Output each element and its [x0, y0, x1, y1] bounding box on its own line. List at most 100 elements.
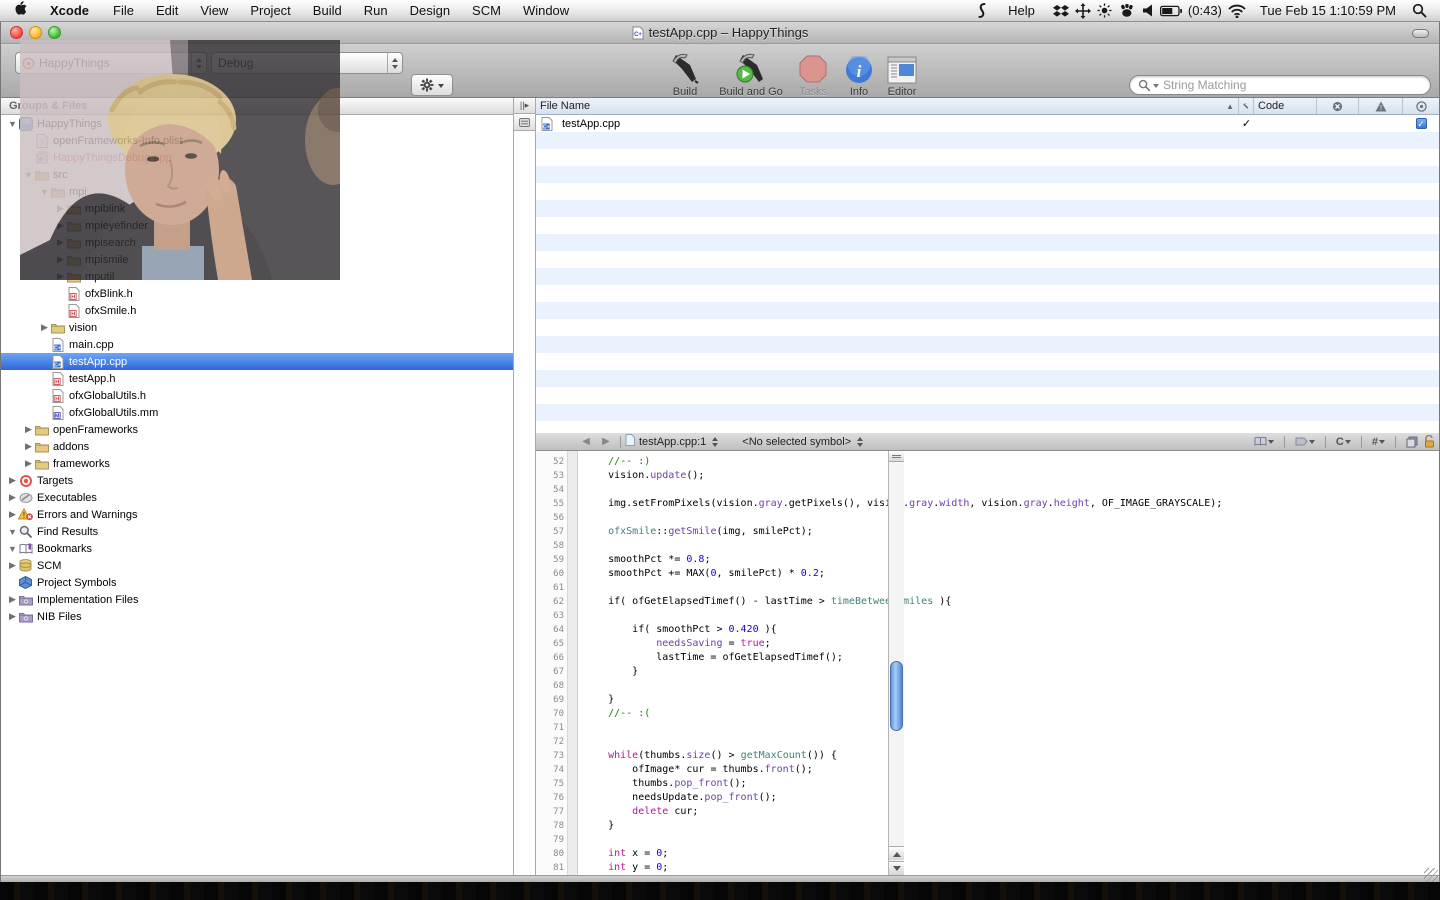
scrollbar-thumb[interactable] — [890, 661, 903, 731]
resize-grip[interactable] — [1424, 868, 1438, 882]
split-editor-icon[interactable] — [1406, 436, 1418, 448]
menu-window[interactable]: Window — [512, 0, 580, 22]
code-line-80: 80 int x = 0; — [536, 847, 1439, 861]
growl-icon[interactable] — [1116, 2, 1138, 20]
tree-item-executables[interactable]: ▶Executables — [1, 489, 513, 506]
nav-symbol[interactable]: <No selected symbol> — [742, 436, 851, 448]
tree-item-project-symbols[interactable]: Project Symbols — [1, 574, 513, 591]
counterpart-button[interactable]: C — [1336, 436, 1351, 448]
menu-design[interactable]: Design — [399, 0, 461, 22]
disclosure-triangle-icon[interactable]: ▼ — [7, 544, 18, 554]
tree-item-main-cpp[interactable]: C+main.cpp — [1, 336, 513, 353]
menu-scm[interactable]: SCM — [461, 0, 512, 22]
script-menu-icon[interactable] — [971, 2, 993, 20]
tree-item-ofxblink-h[interactable]: HofxBlink.h — [1, 285, 513, 302]
disclosure-triangle-icon[interactable]: ▶ — [7, 509, 18, 520]
scroll-down-arrow[interactable] — [889, 861, 904, 875]
breakpoint-icon[interactable] — [1295, 436, 1315, 447]
pound-button[interactable]: # — [1372, 436, 1385, 448]
disclosure-triangle-icon[interactable]: ▶ — [23, 458, 34, 469]
code-line-71: 71 — [536, 721, 1439, 735]
tree-item-ofxglobalutils-h[interactable]: HofxGlobalUtils.h — [1, 387, 513, 404]
code-editor[interactable]: 52 //-- :)53 vision.update();5455 img.se… — [536, 451, 1439, 875]
tree-item-bookmarks[interactable]: ▼Bookmarks — [1, 540, 513, 557]
search-field[interactable] — [1129, 75, 1431, 95]
disclosure-triangle-icon[interactable]: ▶ — [39, 322, 50, 333]
detail-view-button[interactable] — [514, 115, 535, 131]
menu-project[interactable]: Project — [239, 0, 301, 22]
nav-file-name[interactable]: testApp.cpp:1 — [639, 436, 706, 448]
spotlight-icon[interactable] — [1408, 2, 1430, 20]
disclosure-triangle-icon[interactable]: ▼ — [7, 119, 18, 129]
build-button[interactable]: Build — [653, 50, 717, 98]
tree-item-addons[interactable]: ▶addons — [1, 438, 513, 455]
move-icon[interactable] — [1072, 2, 1094, 20]
disclosure-triangle-icon[interactable]: ▶ — [23, 424, 34, 435]
tree-item-testapp-h[interactable]: HtestApp.h — [1, 370, 513, 387]
tree-item-vision[interactable]: ▶vision — [1, 319, 513, 336]
tree-item-openframeworks[interactable]: ▶openFrameworks — [1, 421, 513, 438]
column-errors[interactable] — [1317, 98, 1359, 114]
file-row-testapp[interactable]: C+testApp.cpp✓✓ — [536, 115, 1439, 132]
tree-item-ofxsmile-h[interactable]: HofxSmile.h — [1, 302, 513, 319]
status-icons — [1050, 2, 1182, 20]
tree-item-find-results[interactable]: ▼Find Results — [1, 523, 513, 540]
tree-item-scm[interactable]: ▶SCM — [1, 557, 513, 574]
column-file-name[interactable]: File Name▲ — [536, 98, 1239, 114]
hammer-icon — [653, 50, 717, 84]
disclosure-triangle-icon[interactable]: ▶ — [7, 475, 18, 486]
disclosure-triangle-icon[interactable]: ▶ — [7, 560, 18, 571]
bookmark-icon[interactable] — [1254, 436, 1274, 447]
disclosure-triangle-icon[interactable]: ▼ — [7, 527, 18, 537]
smart-folder-icon — [18, 593, 33, 607]
file-history-stepper[interactable] — [712, 434, 718, 450]
menu-run[interactable]: Run — [353, 0, 399, 22]
symbol-stepper[interactable] — [857, 434, 863, 450]
tree-item-frameworks[interactable]: ▶frameworks — [1, 455, 513, 472]
scroll-up-arrow[interactable] — [889, 846, 904, 860]
tree-item-testapp-cpp[interactable]: C+testApp.cpp — [1, 353, 513, 370]
tree-item-ofxglobalutils-mm[interactable]: MofxGlobalUtils.mm — [1, 404, 513, 421]
disclosure-triangle-icon[interactable]: ▶ — [7, 594, 18, 605]
search-input[interactable] — [1163, 78, 1422, 92]
tree-item-errors-and-warnings[interactable]: ▶!Errors and Warnings — [1, 506, 513, 523]
toolbar-toggle-pill[interactable] — [1412, 29, 1429, 38]
menu-view[interactable]: View — [189, 0, 239, 22]
splitter-toggle-button[interactable]: ||▸ — [514, 98, 535, 114]
tree-item-targets[interactable]: ▶Targets — [1, 472, 513, 489]
brightness-icon[interactable] — [1094, 2, 1116, 20]
menu-edit[interactable]: Edit — [145, 0, 189, 22]
column-target-membership[interactable] — [1403, 98, 1439, 114]
back-button[interactable]: ◀ — [576, 436, 596, 447]
column-code[interactable]: Code — [1254, 98, 1317, 114]
volume-icon[interactable] — [1138, 2, 1160, 20]
tree-item-implementation-files[interactable]: ▶Implementation Files — [1, 591, 513, 608]
disclosure-triangle-icon[interactable]: ▶ — [23, 441, 34, 452]
menu-xcode[interactable]: Xcode — [37, 0, 102, 22]
wifi-icon[interactable] — [1226, 2, 1248, 20]
apple-menu[interactable] — [0, 0, 37, 22]
editor-scrollbar[interactable] — [888, 451, 904, 875]
split-pane-handle[interactable] — [889, 451, 904, 462]
dropbox-icon[interactable] — [1050, 2, 1072, 20]
build-and-go-button[interactable]: Build and Go — [717, 50, 785, 98]
column-build-status[interactable] — [1239, 98, 1254, 114]
column-warnings[interactable]: ! — [1359, 98, 1403, 114]
disclosure-triangle-icon[interactable]: ▶ — [7, 611, 18, 622]
target-checkbox[interactable]: ✓ — [1416, 118, 1427, 129]
editor-button[interactable]: Editor — [879, 50, 925, 98]
bookmarks-icon — [18, 542, 33, 556]
battery-icon[interactable] — [1160, 2, 1182, 20]
help-menu[interactable]: Help — [997, 0, 1046, 22]
disclosure-triangle-icon[interactable]: ▶ — [7, 492, 18, 503]
folder-icon — [34, 457, 49, 471]
menu-clock[interactable]: Tue Feb 15 1:10:59 PM — [1252, 3, 1404, 18]
menu-file[interactable]: File — [102, 0, 145, 22]
menu-build[interactable]: Build — [302, 0, 353, 22]
action-button[interactable] — [411, 74, 453, 96]
info-button[interactable]: iInfo — [839, 50, 879, 98]
tree-item-nib-files[interactable]: ▶NIB Files — [1, 608, 513, 625]
lock-icon[interactable] — [1424, 435, 1435, 448]
forward-button[interactable]: ▶ — [596, 436, 616, 447]
line-number: 73 — [536, 751, 564, 761]
